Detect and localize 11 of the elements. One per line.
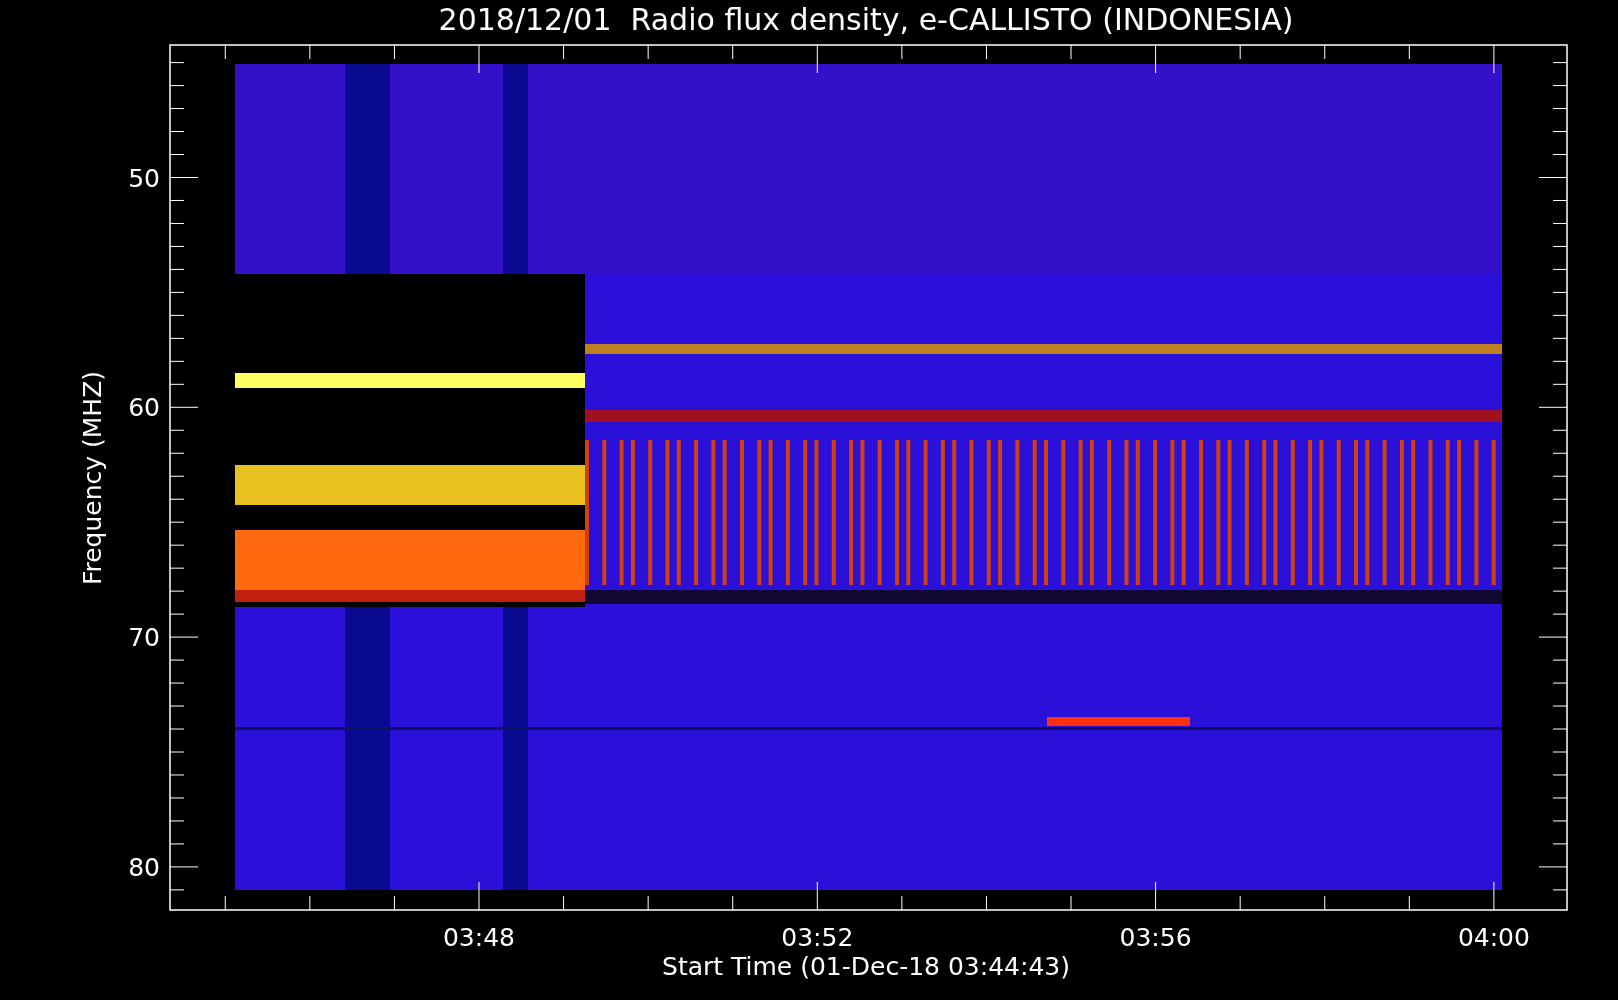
y-axis-label: Frequency (MHZ) bbox=[78, 370, 107, 586]
x-tick-label: 03:56 bbox=[1119, 923, 1192, 952]
x-axis-label: Start Time (01-Dec-18 03:44:43) bbox=[662, 952, 1070, 981]
y-tick-label: 60 bbox=[128, 393, 160, 423]
y-tick-label: 70 bbox=[128, 623, 160, 653]
plot-title: 2018/12/01 Radio flux density, e-CALLISTO (INDONESIA) bbox=[438, 2, 1294, 37]
x-tick-label: 03:52 bbox=[781, 923, 854, 952]
x-tick-label: 03:48 bbox=[443, 923, 515, 952]
y-tick-label: 80 bbox=[128, 852, 160, 882]
x-tick-label: 04:00 bbox=[1457, 923, 1530, 952]
y-tick-label: 50 bbox=[128, 163, 160, 193]
